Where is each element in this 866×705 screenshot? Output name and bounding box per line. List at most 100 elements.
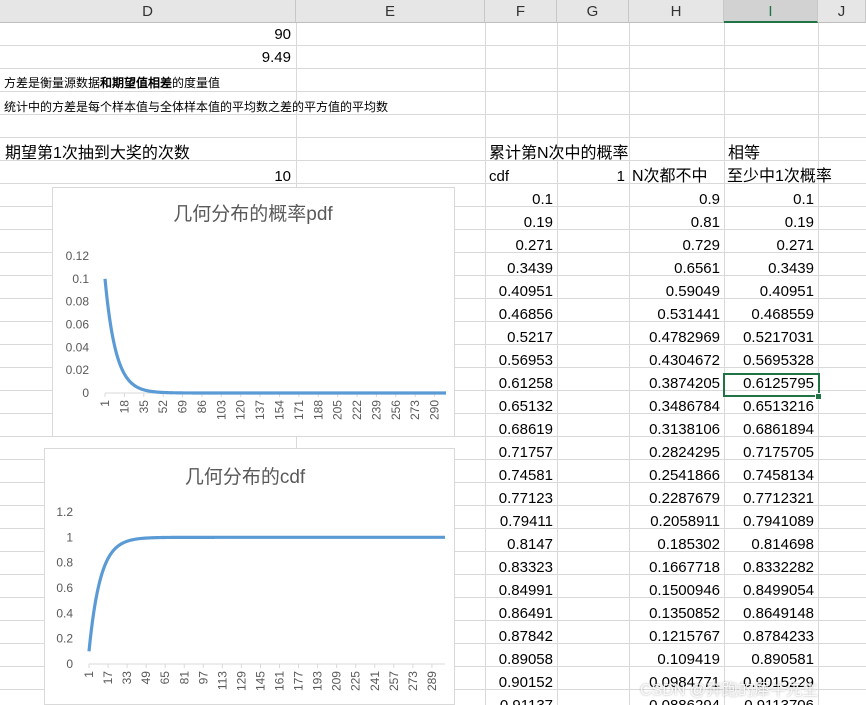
cell-d5-note[interactable]: 统计中的方差是每个样本值与全体样本值的平均数之差的平方值的平均数 xyxy=(4,96,388,118)
spreadsheet[interactable]: D E F G H I J 90 9.49 方差是衡量源数据和期望值相差的度量值… xyxy=(0,0,866,705)
cell-f-row[interactable]: 0.65132 xyxy=(485,396,553,418)
cell-f-row[interactable]: 0.71757 xyxy=(485,442,553,464)
cell-f-row[interactable]: 0.3439 xyxy=(485,258,553,280)
grid-vline xyxy=(557,23,558,705)
cell-f-row[interactable]: 0.271 xyxy=(485,235,553,257)
y-tick-label: 1.2 xyxy=(56,505,73,519)
note-part-1: 方差是衡量源数据 xyxy=(4,76,101,90)
x-tick-label: 49 xyxy=(139,671,153,685)
cell-h-row[interactable]: 0.2058911 xyxy=(629,511,720,533)
cell-h-row[interactable]: 0.1350852 xyxy=(629,603,720,625)
cell-h-row[interactable]: 0.109419 xyxy=(629,649,720,671)
cell-f-row[interactable]: 0.46856 xyxy=(485,304,553,326)
cell-f-row[interactable]: 0.87842 xyxy=(485,626,553,648)
cell-f-row[interactable]: 0.56953 xyxy=(485,350,553,372)
x-tick-label: 97 xyxy=(196,671,210,685)
cell-i-row[interactable]: 0.890581 xyxy=(724,649,814,671)
cell-h-row[interactable]: 0.1215767 xyxy=(629,626,720,648)
cell-h-row[interactable]: 0.2287679 xyxy=(629,488,720,510)
column-header-g[interactable]: G xyxy=(557,0,629,23)
column-header-f[interactable]: F xyxy=(485,0,557,23)
cell-h-row[interactable]: 0.729 xyxy=(629,235,720,257)
column-header-h[interactable]: H xyxy=(629,0,724,23)
cell-f-row[interactable]: 0.91137 xyxy=(485,695,553,705)
x-tick-label: 18 xyxy=(117,400,131,414)
column-header-i[interactable]: I xyxy=(724,0,818,23)
cell-d7-label[interactable]: 期望第1次抽到大奖的次数 xyxy=(5,143,190,165)
cell-f-row[interactable]: 0.1 xyxy=(485,189,553,211)
cell-f-row[interactable]: 0.86491 xyxy=(485,603,553,625)
cell-f-row[interactable]: 0.61258 xyxy=(485,373,553,395)
cell-i-row[interactable]: 0.40951 xyxy=(724,281,814,303)
column-header-j[interactable]: J xyxy=(818,0,866,23)
cell-i-row[interactable]: 0.8649148 xyxy=(724,603,814,625)
cell-i-row[interactable]: 0.5695328 xyxy=(724,350,814,372)
cell-h-row[interactable]: 0.1667718 xyxy=(629,557,720,579)
cell-d8-value[interactable]: 10 xyxy=(0,166,291,188)
cell-h-row[interactable]: 0.59049 xyxy=(629,281,720,303)
cell-i-row[interactable]: 0.5217031 xyxy=(724,327,814,349)
cell-i-row[interactable]: 0.8332282 xyxy=(724,557,814,579)
cell-f-row[interactable]: 0.68619 xyxy=(485,419,553,441)
cell-i-row[interactable]: 0.6513216 xyxy=(724,396,814,418)
cell-i7-label[interactable]: 相等 xyxy=(728,143,760,165)
cell-i-row[interactable]: 0.271 xyxy=(724,235,814,257)
x-tick-label: 81 xyxy=(177,671,191,685)
cell-h-row[interactable]: 0.3874205 xyxy=(629,373,720,395)
cell-i-row[interactable]: 0.19 xyxy=(724,212,814,234)
column-header-e[interactable]: E xyxy=(296,0,485,23)
cell-f-row[interactable]: 0.83323 xyxy=(485,557,553,579)
cell-i-row[interactable]: 0.7175705 xyxy=(724,442,814,464)
cell-f-row[interactable]: 0.79411 xyxy=(485,511,553,533)
cell-h-row[interactable]: 0.81 xyxy=(629,212,720,234)
cell-d4-note[interactable]: 方差是衡量源数据和期望值相差的度量值 xyxy=(4,72,220,94)
cell-f-row[interactable]: 0.8147 xyxy=(485,534,553,556)
cell-f-row[interactable]: 0.40951 xyxy=(485,281,553,303)
cell-f-row[interactable]: 0.90152 xyxy=(485,672,553,694)
column-header-d[interactable]: D xyxy=(0,0,296,23)
cell-f8-label[interactable]: cdf xyxy=(489,166,509,188)
cell-f7-label[interactable]: 累计第N次中的概率 xyxy=(489,143,629,165)
cell-h-row[interactable]: 0.531441 xyxy=(629,304,720,326)
cell-d3[interactable]: 9.49 xyxy=(0,47,291,69)
x-tick-label: 177 xyxy=(292,671,306,691)
cell-h-row[interactable]: 0.4782969 xyxy=(629,327,720,349)
cell-h-row[interactable]: 0.1500946 xyxy=(629,580,720,602)
cell-i-row[interactable]: 0.1 xyxy=(724,189,814,211)
cell-i-row[interactable]: 0.8499054 xyxy=(724,580,814,602)
cell-f-row[interactable]: 0.19 xyxy=(485,212,553,234)
cell-i-row[interactable]: 0.468559 xyxy=(724,304,814,326)
cell-h8-label[interactable]: N次都不中 xyxy=(632,166,708,188)
cell-f-row[interactable]: 0.74581 xyxy=(485,465,553,487)
cell-i-row[interactable]: 0.7712321 xyxy=(724,488,814,510)
pdf-chart[interactable]: 几何分布的概率pdf 0 0.02 0.04 0.06 0.08 0.1 0.12 1 18 35 5… xyxy=(52,187,455,437)
cell-h-row[interactable]: 0.9 xyxy=(629,189,720,211)
cell-h-row[interactable]: 0.3486784 xyxy=(629,396,720,418)
cell-i-row[interactable]: 0.814698 xyxy=(724,534,814,556)
fill-handle[interactable] xyxy=(815,393,822,400)
cell-h-row[interactable]: 0.6561 xyxy=(629,258,720,280)
cell-i-row[interactable]: 0.6861894 xyxy=(724,419,814,441)
y-tick-label: 0.06 xyxy=(66,318,90,332)
cell-f-row[interactable]: 0.77123 xyxy=(485,488,553,510)
watermark: CSDN @奔跑的犀牛先生 xyxy=(640,682,819,699)
cell-i-row[interactable]: 0.8784233 xyxy=(724,626,814,648)
cell-i-row[interactable]: 0.7941089 xyxy=(724,511,814,533)
cell-f-row[interactable]: 0.89058 xyxy=(485,649,553,671)
cell-h-row[interactable]: 0.2824295 xyxy=(629,442,720,464)
series-line xyxy=(87,535,446,652)
x-tick-label: 289 xyxy=(425,671,439,691)
cell-d2[interactable]: 90 xyxy=(0,24,291,46)
cell-i-row[interactable]: 0.3439 xyxy=(724,258,814,280)
cell-i-row[interactable]: 0.7458134 xyxy=(724,465,814,487)
cell-h-row[interactable]: 0.2541866 xyxy=(629,465,720,487)
cell-f-row[interactable]: 0.5217 xyxy=(485,327,553,349)
selected-cell-i17[interactable] xyxy=(723,373,820,397)
cdf-chart[interactable]: 几何分布的cdf 0 0.2 0.4 0.6 0.8 1 1.2 1 17 33 49 65 81 97 11… xyxy=(44,448,455,705)
cell-g8-value[interactable]: 1 xyxy=(557,166,625,188)
cell-f-row[interactable]: 0.84991 xyxy=(485,580,553,602)
cell-h-row[interactable]: 0.3138106 xyxy=(629,419,720,441)
cell-h-row[interactable]: 0.4304672 xyxy=(629,350,720,372)
cell-h-row[interactable]: 0.185302 xyxy=(629,534,720,556)
cell-i8-label[interactable]: 至少中1次概率 xyxy=(727,166,832,188)
